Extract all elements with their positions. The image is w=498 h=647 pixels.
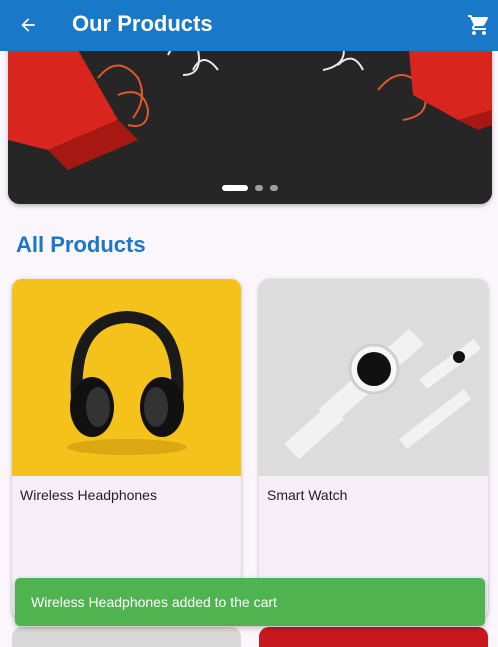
app-bar: Our Products [0,0,498,51]
snackbar-message: Wireless Headphones added to the cart [31,594,277,610]
section-title: All Products [16,232,146,257]
carousel-indicator [8,185,492,191]
product-card[interactable]: Smart Watch [259,279,488,619]
product-name: Wireless Headphones [20,487,157,503]
product-name: Smart Watch [267,487,348,503]
product-card[interactable] [259,627,488,647]
cart-button[interactable] [464,10,494,40]
carousel-dot[interactable] [255,185,263,191]
arrow-back-icon [21,18,35,32]
back-button[interactable] [13,10,43,40]
snackbar: Wireless Headphones added to the cart [15,578,485,626]
carousel-dot[interactable] [270,185,278,191]
page-title: Our Products [72,11,213,36]
product-card[interactable] [12,627,241,647]
shopping-cart-icon [468,15,489,35]
headphones-product-image [12,279,241,476]
carousel-dot[interactable] [222,185,248,191]
product-card[interactable]: Wireless Headphones [12,279,241,619]
smartwatch-product-image [259,279,488,476]
